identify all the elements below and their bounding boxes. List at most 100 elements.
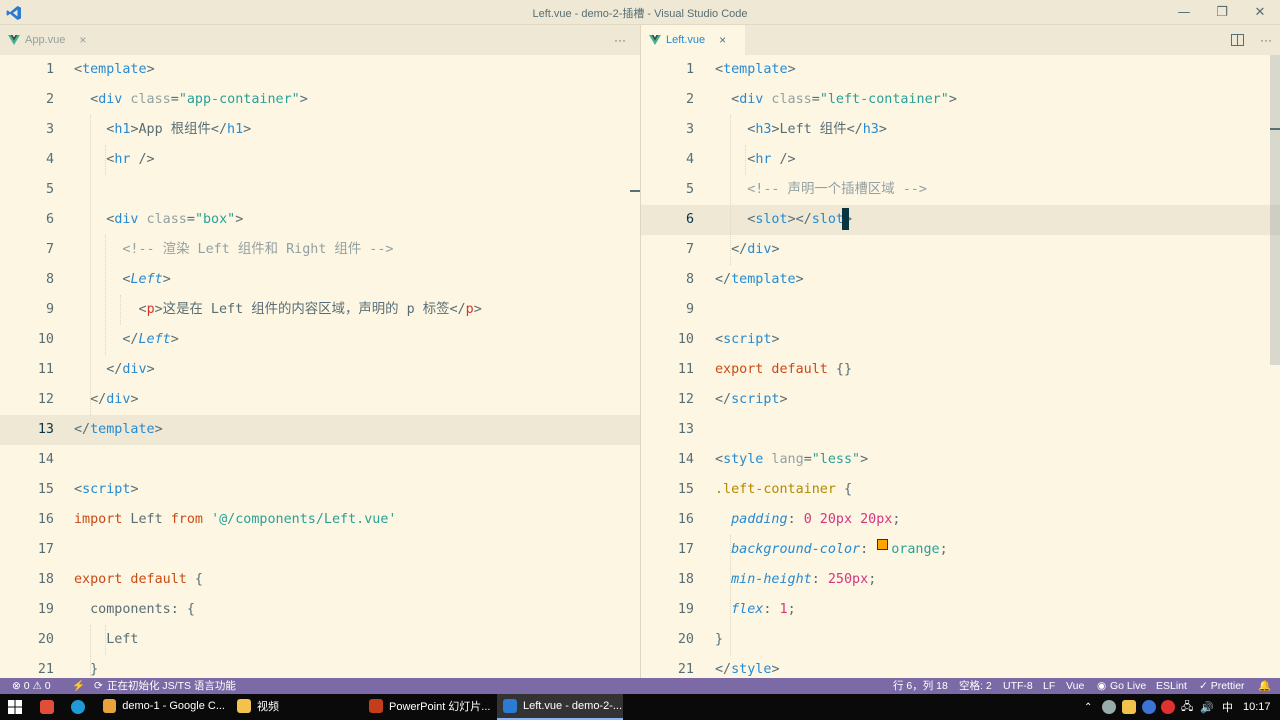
network-icon[interactable]: 🖧 <box>1181 694 1193 720</box>
line-number: 21 <box>677 662 694 677</box>
close-tab-icon[interactable]: × <box>719 33 726 47</box>
code-line[interactable]: 15 .left-container { <box>641 475 1280 505</box>
code-line[interactable]: 9 <p>这是在 Left 组件的内容区域，声明的 p 标签</p> <box>0 295 640 325</box>
code-line[interactable]: 20 Left <box>0 625 640 655</box>
code-line[interactable]: 11 </div> <box>0 355 640 385</box>
tab-app-vue[interactable]: App.vue × <box>8 25 86 55</box>
code-line[interactable]: 15 <script> <box>0 475 640 505</box>
minimize-button[interactable]: — <box>1166 0 1202 25</box>
go-live-button[interactable]: Go Live <box>1110 679 1146 693</box>
code-token: export default <box>74 572 187 587</box>
code-token: >这是在 Left 组件的内容区域，声明的 p 标签</ <box>154 302 466 317</box>
record-icon[interactable] <box>1161 694 1175 720</box>
code-text: } <box>715 625 723 655</box>
code-line[interactable]: 9 <box>641 295 1280 325</box>
indentation[interactable]: 空格: 2 <box>959 679 992 693</box>
code-line[interactable]: 18 min-height: 250px; <box>641 565 1280 595</box>
close-tab-icon[interactable]: × <box>79 33 86 47</box>
tray-chevron-icon[interactable]: ⌃ <box>1084 694 1092 720</box>
taskbar-app[interactable]: demo-1 - Google C... <box>97 694 225 720</box>
code-line[interactable]: 8 <Left> <box>0 265 640 295</box>
eslint-status[interactable]: ESLint <box>1156 679 1187 693</box>
code-line[interactable]: 17 <box>0 535 640 565</box>
maximize-button[interactable]: ❐ <box>1204 0 1240 25</box>
left-editor[interactable]: 1 <template> 2 <div class="app-container">… <box>0 55 640 678</box>
code-line[interactable]: 13 </template> <box>0 415 640 445</box>
code-line[interactable]: 8 </template> <box>641 265 1280 295</box>
more-actions-icon[interactable]: ··· <box>614 25 626 55</box>
code-line[interactable]: 20} <box>641 625 1280 655</box>
tray-icon[interactable] <box>1142 694 1156 720</box>
code-line[interactable]: 5 <box>0 175 640 205</box>
code-line[interactable]: 18 export default { <box>0 565 640 595</box>
taskbar-app[interactable]: 视频 <box>231 694 357 720</box>
code-line[interactable]: 5 <!-- 声明一个插槽区域 --> <box>641 175 1280 205</box>
code-line[interactable]: 1 <template> <box>641 55 1280 85</box>
code-line[interactable]: 10 <script> <box>641 325 1280 355</box>
split-editor-icon[interactable] <box>1231 25 1244 55</box>
code-token: > <box>860 452 869 467</box>
prettier-status[interactable]: ✓ Prettier <box>1199 679 1245 693</box>
code-line[interactable]: 4 <hr /> <box>641 145 1280 175</box>
code-line[interactable]: 3 <h1>App 根组件</h1> <box>0 115 640 145</box>
start-windows-icon[interactable] <box>8 694 22 720</box>
tray-icon[interactable] <box>1102 694 1116 720</box>
code-line[interactable]: 17 background-color: ■orange; <box>641 535 1280 565</box>
taskbar-app[interactable]: PowerPoint 幻灯片... <box>363 694 491 720</box>
code-text: <template> <box>74 55 155 85</box>
more-actions-icon[interactable]: ··· <box>1260 25 1272 55</box>
problems-indicator[interactable]: ⊗ 0 ⚠ 0 <box>12 679 51 693</box>
code-line[interactable]: 3 <h3>Left 组件</h3> <box>641 115 1280 145</box>
volume-icon[interactable]: 🔊 <box>1200 694 1214 720</box>
code-line[interactable]: 12 </div> <box>0 385 640 415</box>
clock[interactable]: 10:17 <box>1243 694 1271 720</box>
code-line[interactable]: 7 <!-- 渲染 Left 组件和 Right 组件 --> <box>0 235 640 265</box>
code-line[interactable]: 16 import Left from '@/components/Left.vu… <box>0 505 640 535</box>
code-line[interactable]: 12 </script> <box>641 385 1280 415</box>
code-text: flex: 1; <box>715 595 796 625</box>
language-mode[interactable]: Vue <box>1066 679 1084 693</box>
code-token: template <box>90 422 155 437</box>
code-line[interactable]: 2 <div class="app-container"> <box>0 85 640 115</box>
code-line[interactable]: 19 flex: 1; <box>641 595 1280 625</box>
taskbar-app[interactable]: Left.vue - demo-2-... <box>497 694 623 720</box>
pinned-app-icon[interactable] <box>40 694 54 720</box>
line-number: 3 <box>685 122 694 137</box>
code-token: script <box>731 392 780 407</box>
code-token: </ <box>715 242 748 257</box>
code-token: "app-container" <box>178 92 300 107</box>
code-line[interactable]: 19 components: { <box>0 595 640 625</box>
cursor-position[interactable]: 行 6，列 18 <box>893 679 948 693</box>
code-line[interactable]: 14 <style lang="less"> <box>641 445 1280 475</box>
text-cursor <box>842 208 849 230</box>
tray-icon[interactable] <box>1122 694 1136 720</box>
code-line[interactable]: 1 <template> <box>0 55 640 85</box>
code-line[interactable]: 10 </Left> <box>0 325 640 355</box>
close-window-button[interactable]: ✕ <box>1242 0 1278 25</box>
code-line[interactable]: 11 export default {} <box>641 355 1280 385</box>
code-line[interactable]: 2 <div class="left-container"> <box>641 85 1280 115</box>
code-line[interactable]: 21 } <box>0 655 640 678</box>
ime-indicator[interactable]: 中 <box>1222 694 1233 720</box>
edge-icon[interactable] <box>71 694 85 720</box>
code-line[interactable]: 6 <slot></slot> <box>641 205 1280 235</box>
code-text: <div class="app-container"> <box>74 85 308 115</box>
tab-left-vue[interactable]: Left.vue × <box>641 25 745 55</box>
code-line[interactable]: 13 <box>641 415 1280 445</box>
code-line[interactable]: 6 <div class="box"> <box>0 205 640 235</box>
code-token: '@/components/Left.vue' <box>211 512 397 527</box>
code-line[interactable]: 14 <box>0 445 640 475</box>
status-bar: ⊗ 0 ⚠ 0 ⚡ ⟳ 正在初始化 JS/TS 语言功能 行 6，列 18 空格… <box>0 678 1280 694</box>
code-line[interactable]: 4 <hr /> <box>0 145 640 175</box>
code-line[interactable]: 7 </div> <box>641 235 1280 265</box>
notifications-icon[interactable]: 🔔 <box>1258 679 1271 693</box>
language-init-status: 正在初始化 JS/TS 语言功能 <box>107 680 236 692</box>
bolt-icon[interactable]: ⚡ <box>72 679 85 693</box>
end-of-line[interactable]: LF <box>1043 679 1055 693</box>
code-line[interactable]: 21 </style> <box>641 655 1280 678</box>
code-line[interactable]: 16 padding: 0 20px 20px; <box>641 505 1280 535</box>
encoding[interactable]: UTF-8 <box>1003 679 1033 693</box>
right-editor[interactable]: 1 <template> 2 <div class="left-container"… <box>641 55 1280 678</box>
code-token: div <box>106 392 131 407</box>
right-scrollbar[interactable] <box>1270 55 1280 365</box>
